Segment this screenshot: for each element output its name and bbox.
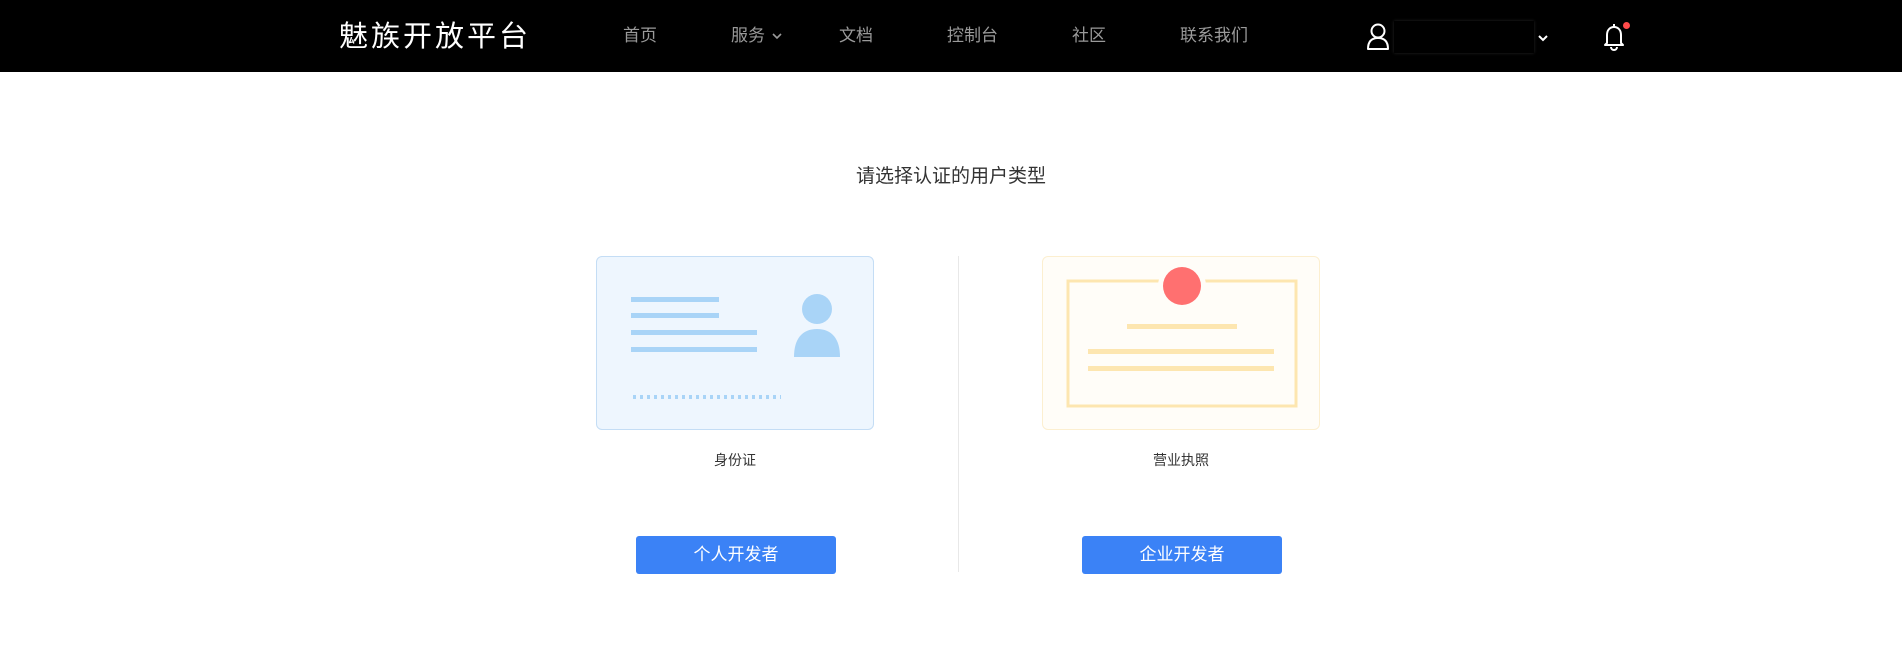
id-card-label: 身份证 [714,453,756,469]
user-menu-chevron-icon[interactable] [1537,34,1549,43]
site-logo[interactable]: 魅族开放平台 [339,19,531,53]
personal-developer-button[interactable]: 个人开发者 [636,536,836,574]
user-name-display[interactable] [1394,21,1534,53]
user-icon[interactable] [1366,22,1390,50]
options-divider [958,256,959,572]
nav-item-console[interactable]: 控制台 [947,25,998,47]
nav-item-docs[interactable]: 文档 [839,25,873,47]
certificate-icon [1066,262,1298,408]
nav-item-home[interactable]: 首页 [623,25,657,47]
nav-item-community[interactable]: 社区 [1072,25,1106,47]
notification-unread-dot [1623,22,1630,29]
nav-item-contact-us[interactable]: 联系我们 [1180,25,1248,47]
id-card-option-card[interactable] [596,256,874,430]
enterprise-developer-button[interactable]: 企业开发者 [1082,536,1282,574]
top-navigation-bar: 魅族开放平台 首页 服务 文档 控制台 社区 联系我们 [0,0,1902,72]
id-card-icon [631,294,840,399]
page-title: 请选择认证的用户类型 [855,165,1046,187]
chevron-down-icon[interactable] [771,31,783,41]
nav-item-services[interactable]: 服务 [731,25,765,47]
business-license-option-card[interactable] [1042,256,1320,430]
business-license-label: 营业执照 [1153,453,1209,469]
